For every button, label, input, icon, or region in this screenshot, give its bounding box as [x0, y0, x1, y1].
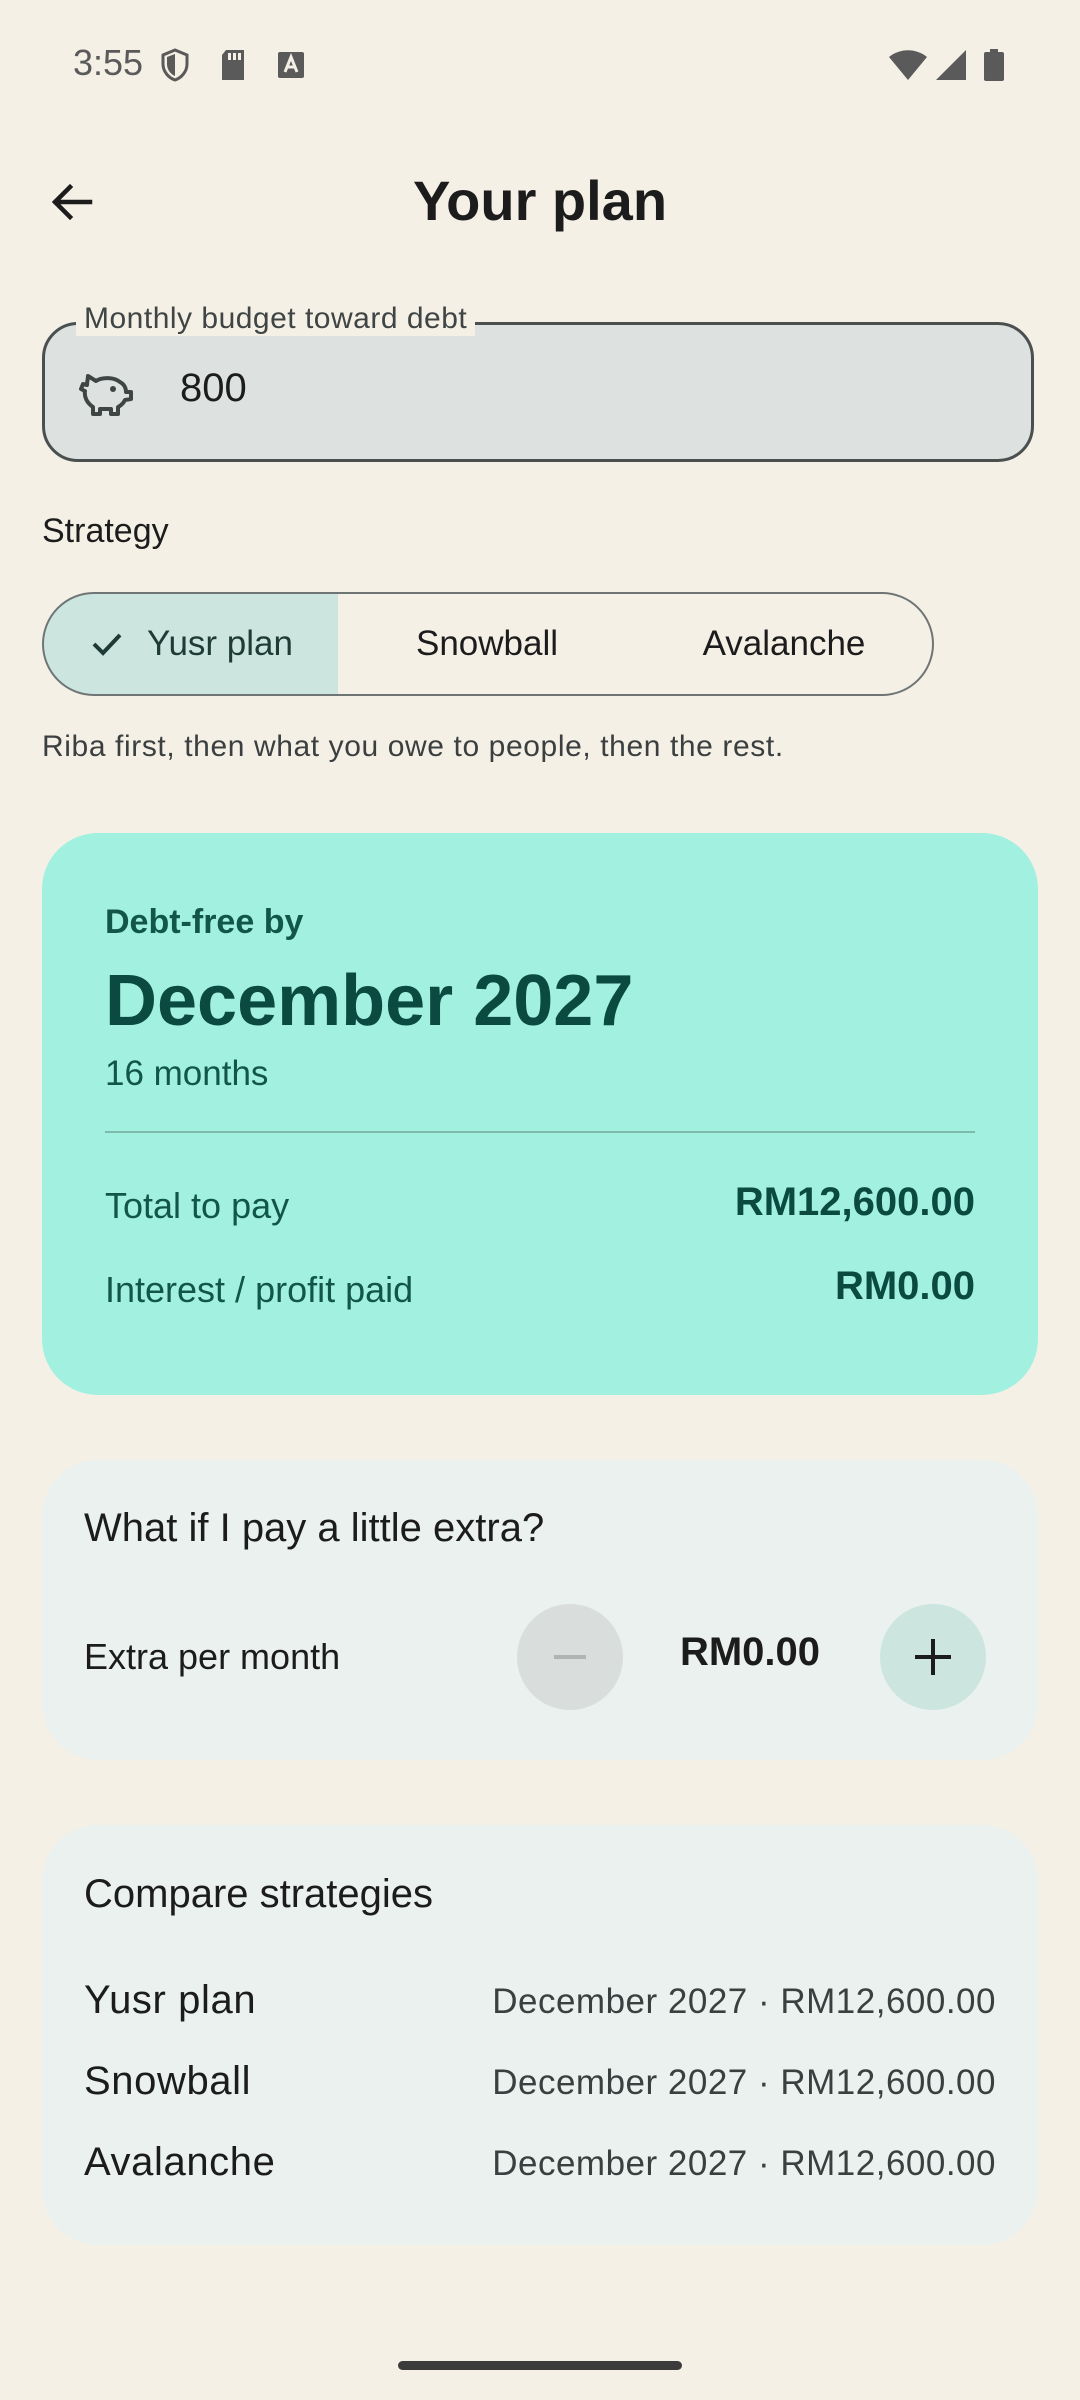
status-time: 3:55: [73, 42, 144, 83]
interest-paid-value: RM0.00: [834, 1264, 975, 1308]
segment-label: Snowball: [415, 624, 559, 663]
budget-input[interactable]: 800: [180, 366, 247, 411]
home-indicator[interactable]: [398, 2361, 682, 2370]
debt-free-duration: 16 months: [105, 1054, 269, 1093]
minus-icon: [554, 1655, 586, 1659]
check-icon: [92, 633, 122, 656]
segment-avalanche[interactable]: Avalanche: [636, 592, 934, 696]
divider: [105, 1131, 975, 1133]
sd-card-icon: [222, 50, 244, 80]
page-title: Your plan: [412, 169, 668, 232]
compare-strategies-title: Compare strategies: [84, 1872, 434, 1916]
decrease-extra-button[interactable]: [517, 1604, 623, 1710]
increase-extra-button[interactable]: [880, 1604, 986, 1710]
signal-icon: [936, 50, 966, 80]
strategy-heading: Strategy: [42, 512, 169, 550]
piggy-bank-icon: [79, 374, 133, 416]
strategy-description: Riba first, then what you owe to people,…: [42, 730, 784, 763]
keyboard-a-icon: [278, 52, 304, 78]
extra-per-month-value: RM0.00: [679, 1630, 821, 1674]
extra-payment-title: What if I pay a little extra?: [84, 1506, 545, 1550]
compare-row-value: December 2027 · RM12,600.00: [492, 2063, 996, 2102]
battery-icon: [984, 49, 1004, 81]
extra-per-month-label: Extra per month: [84, 1636, 341, 1677]
wifi-icon: [889, 50, 927, 80]
total-to-pay-label: Total to pay: [105, 1185, 290, 1226]
debt-free-date: December 2027: [105, 961, 634, 1041]
total-to-pay-value: RM12,600.00: [734, 1180, 975, 1224]
segment-label: Avalanche: [702, 624, 866, 663]
segment-label: Yusr plan: [147, 624, 293, 663]
interest-paid-label: Interest / profit paid: [105, 1269, 414, 1310]
compare-row-value: December 2027 · RM12,600.00: [492, 2144, 996, 2183]
extra-payment-card: [42, 1460, 1038, 1760]
plus-icon: [915, 1639, 951, 1675]
budget-field-label: Monthly budget toward debt: [76, 302, 476, 336]
compare-row-name: Avalanche: [84, 2140, 276, 2184]
shield-icon: [161, 48, 189, 82]
compare-row-value: December 2027 · RM12,600.00: [492, 1982, 996, 2021]
segment-snowball[interactable]: Snowball: [338, 592, 638, 696]
compare-row-name: Snowball: [84, 2059, 252, 2103]
compare-row-name: Yusr plan: [84, 1978, 257, 2022]
segment-yusr-plan[interactable]: Yusr plan: [42, 592, 340, 696]
debt-free-label: Debt-free by: [105, 903, 304, 941]
